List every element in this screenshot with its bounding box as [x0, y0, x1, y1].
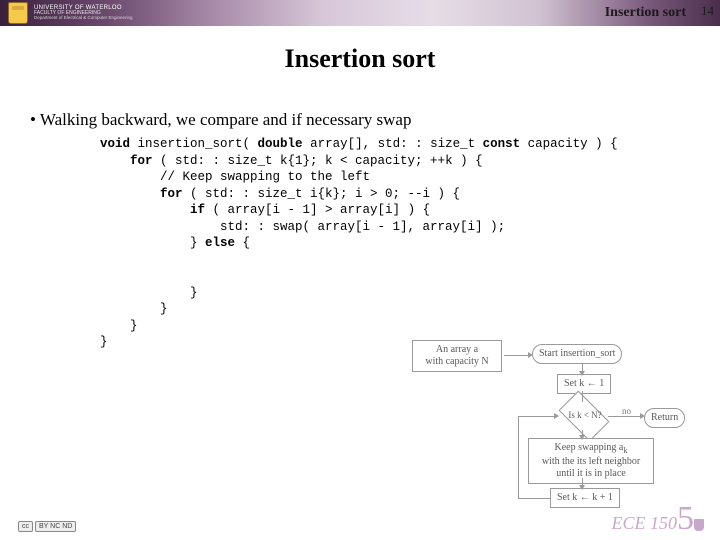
arrow-icon — [608, 416, 642, 417]
content-area: • Walking backward, we compare and if ne… — [30, 110, 700, 351]
arrow-icon — [518, 416, 519, 498]
arrow-icon — [504, 355, 530, 356]
header-band: UNIVERSITY OF WATERLOO FACULTY OF ENGINE… — [0, 0, 720, 26]
university-crest-icon — [8, 2, 28, 24]
flow-decision-label: Is k < N? — [560, 410, 610, 420]
flow-edge-no: no — [622, 406, 631, 416]
flowchart-diagram: An array awith capacity N Start insertio… — [412, 340, 692, 510]
flow-node-swap: Keep swapping ak with the its left neigh… — [528, 438, 654, 484]
shield-icon — [694, 519, 704, 531]
flow-node-setkinc: Set k ← k + 1 — [550, 488, 620, 508]
flow-node-start: Start insertion_sort — [532, 344, 622, 364]
arrow-icon — [518, 416, 556, 417]
arrowhead-icon — [640, 413, 645, 419]
arrow-icon — [518, 498, 550, 499]
bullet-point: • Walking backward, we compare and if ne… — [30, 110, 700, 130]
flow-node-input: An array awith capacity N — [412, 340, 502, 372]
flow-node-return: Return — [644, 408, 685, 428]
bullet-text: Walking backward, we compare and if nece… — [40, 110, 412, 129]
dept-name: Department of Electrical & Computer Engi… — [34, 16, 133, 21]
flow-node-setk1: Set k ← 1 — [557, 374, 611, 394]
arrowhead-icon — [554, 413, 559, 419]
cc-by-icon: BY NC ND — [35, 521, 76, 532]
arrow-icon — [582, 391, 583, 402]
arrowhead-icon — [579, 435, 585, 440]
arrowhead-icon — [579, 485, 585, 490]
course-code: ECE 150 — [612, 513, 678, 533]
university-text: UNIVERSITY OF WATERLOO FACULTY OF ENGINE… — [34, 5, 133, 21]
page-number: 14 — [701, 3, 714, 19]
arrowhead-icon — [528, 352, 533, 358]
code-block: void insertion_sort( double array[], std… — [100, 136, 700, 351]
arrowhead-icon — [579, 371, 585, 376]
page-title: Insertion sort — [0, 44, 720, 74]
cc-license: cc BY NC ND — [18, 521, 76, 532]
course-footer: ECE 1505 — [612, 500, 705, 538]
course-big-number: 5 — [677, 500, 692, 537]
cc-icon: cc — [18, 521, 33, 532]
breadcrumb: Insertion sort — [605, 5, 686, 21]
